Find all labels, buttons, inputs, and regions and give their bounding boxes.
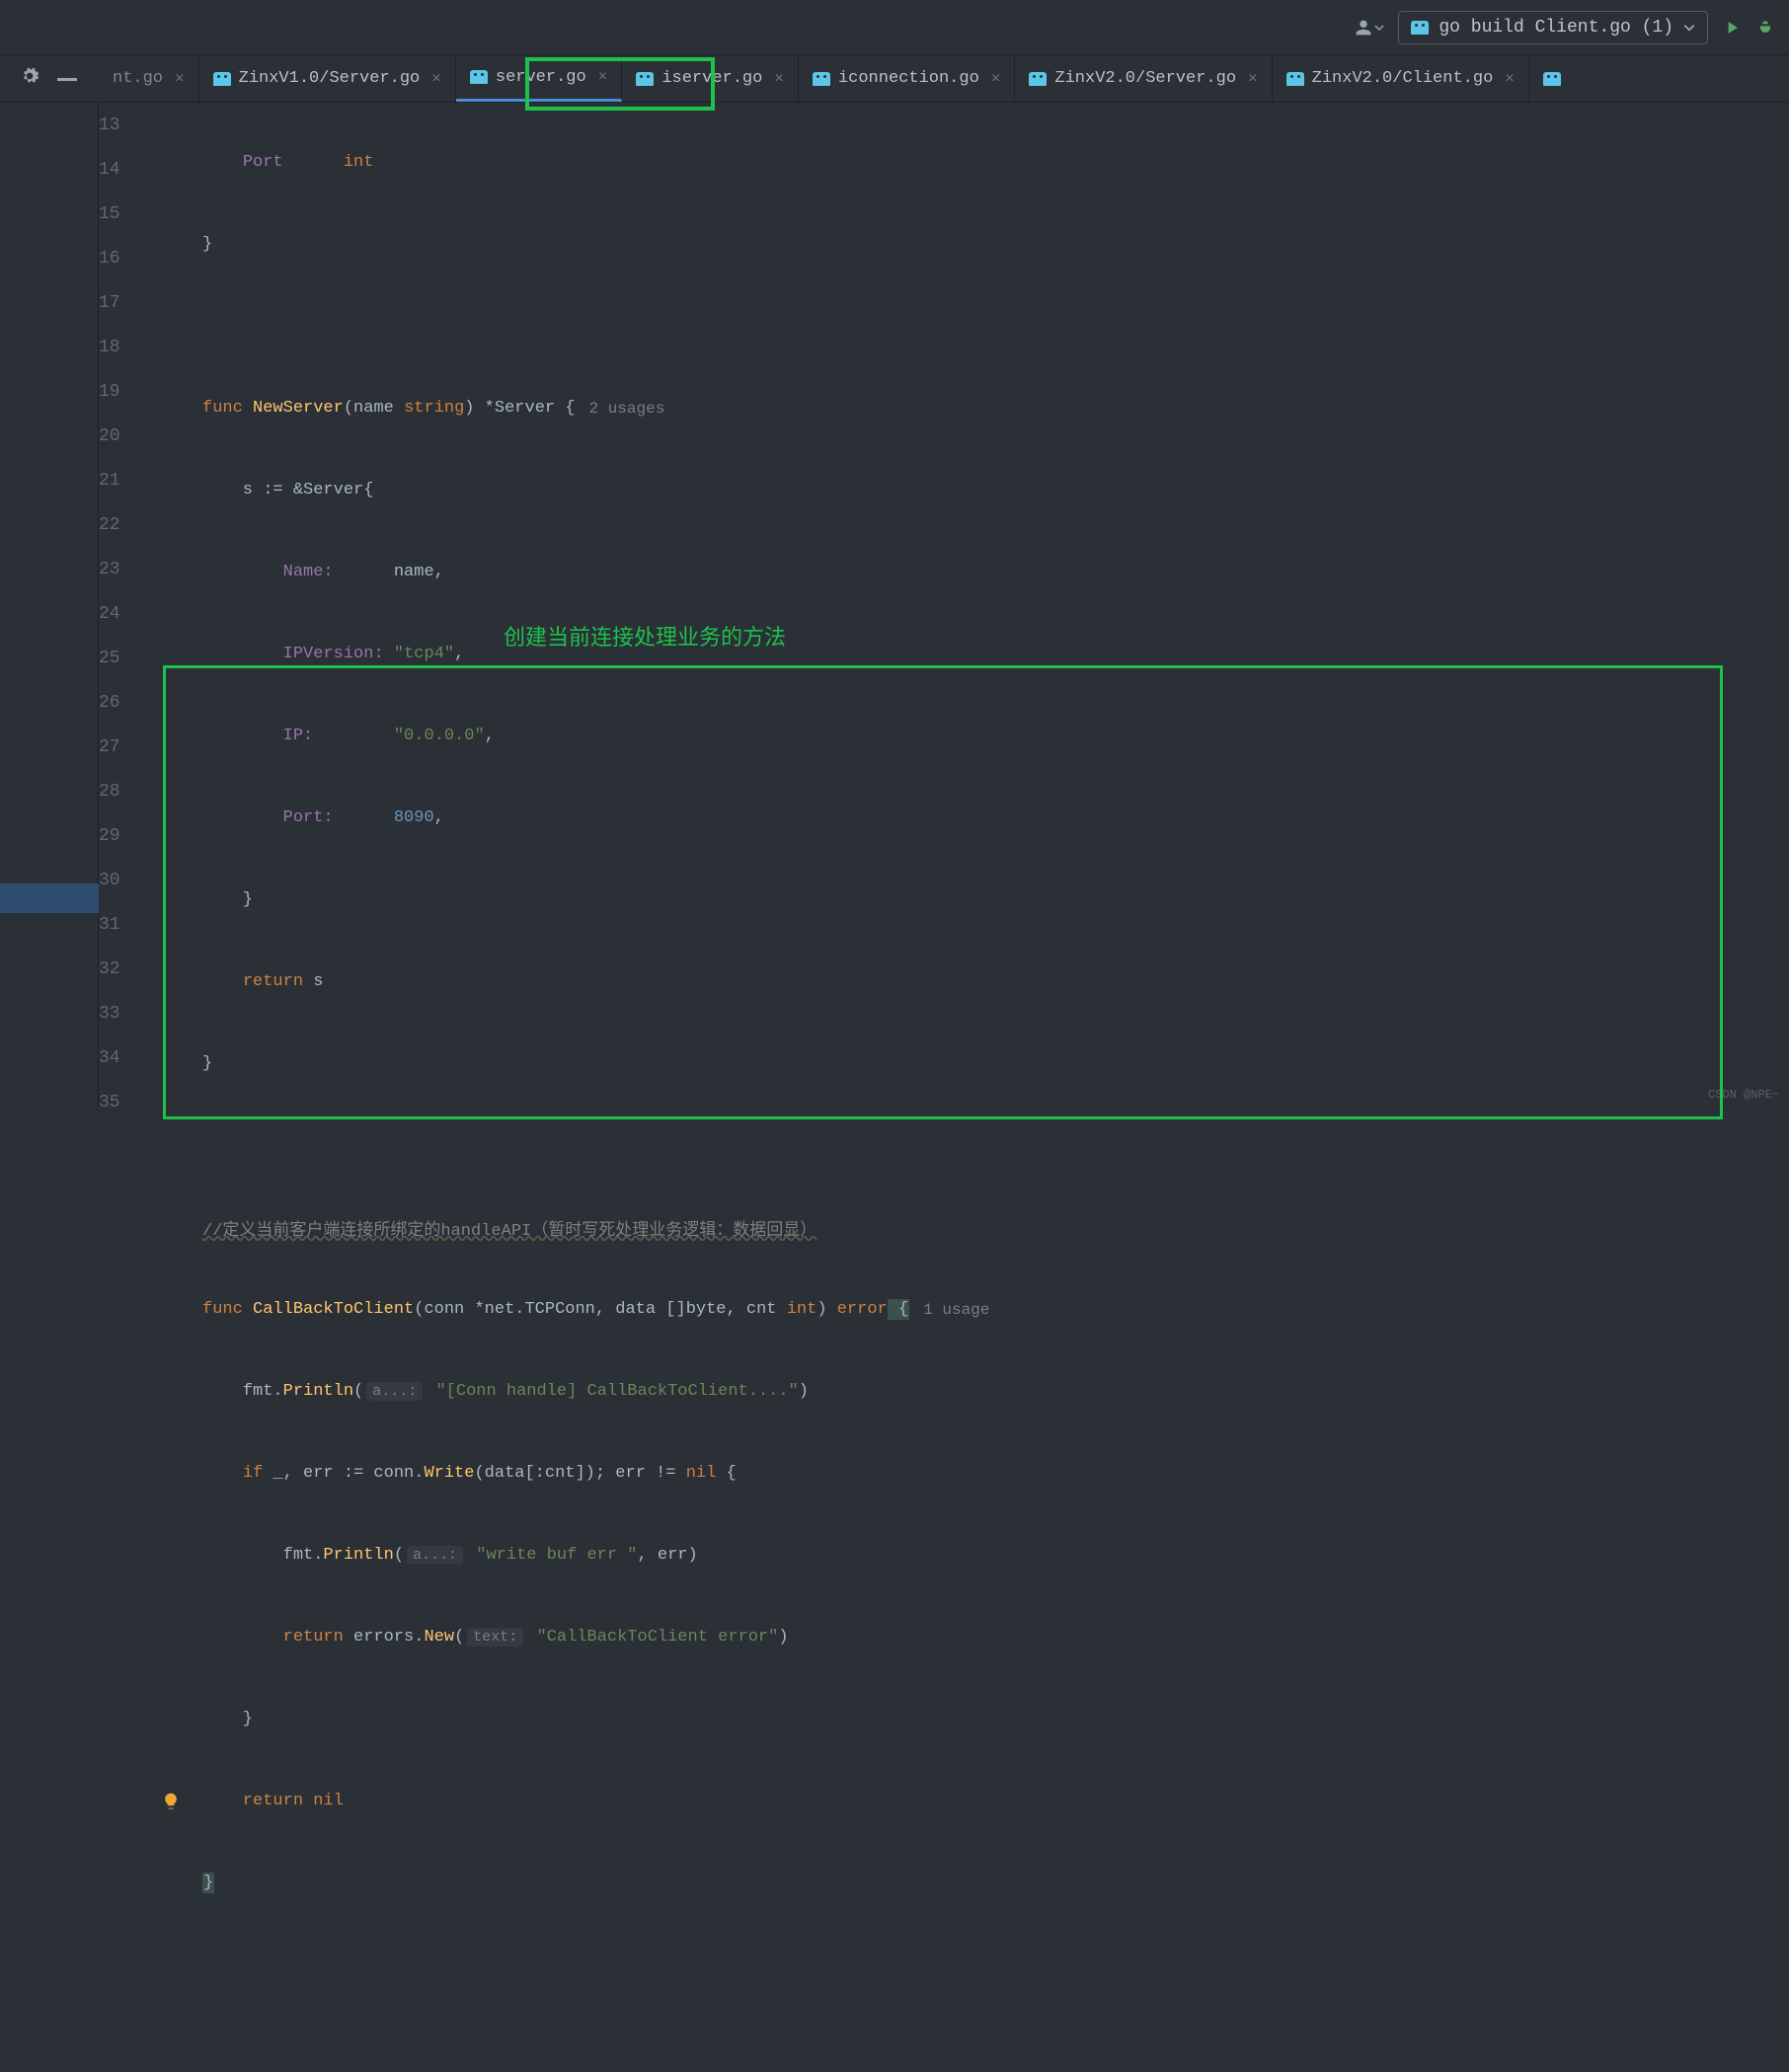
line-number: 23 [99,547,161,591]
line-number: 21 [99,458,161,502]
chevron-down-icon [1683,22,1695,34]
code-line[interactable]: s := &Server{ [202,468,1789,512]
run-button[interactable] [1722,18,1742,38]
user-menu-icon[interactable] [1353,17,1384,38]
selected-file-indicator [0,883,99,913]
tab-zinxv2-server[interactable]: ZinxV2.0/Server.go × [1015,55,1272,102]
close-icon[interactable]: × [1248,70,1258,88]
tab-label: ZinxV2.0/Server.go [1054,69,1236,88]
gopher-icon [1543,72,1561,86]
code-line[interactable]: return s [202,959,1789,1004]
code-line[interactable]: return nil [202,1779,1789,1823]
code-line[interactable]: fmt.Println(a...: "[Conn handle] CallBac… [202,1369,1789,1414]
debug-button[interactable] [1755,18,1775,38]
line-number: 28 [99,769,161,813]
code-line[interactable]: Name: name, [202,550,1789,594]
tab-zinxv2-client[interactable]: ZinxV2.0/Client.go × [1273,55,1529,102]
watermark: CSDN @NPE~ [1708,1088,1779,1102]
line-number: 19 [99,369,161,414]
line-number: 15 [99,192,161,236]
gopher-icon [470,70,488,84]
project-tool-collapsed[interactable] [0,103,99,1108]
code-line[interactable]: } [202,222,1789,267]
line-number: 14 [99,147,161,192]
line-number: 31 [99,902,161,947]
code-line[interactable]: IP: "0.0.0.0", [202,714,1789,758]
line-number: 27 [99,725,161,769]
collapse-icon[interactable] [57,69,77,88]
code-line[interactable] [202,1943,1789,1987]
line-number: 33 [99,991,161,1036]
line-number: 17 [99,280,161,325]
fold-gutter [173,103,198,1108]
code-line[interactable] [202,1123,1789,1168]
code-line[interactable]: func CallBackToClient(conn *net.TCPConn,… [202,1287,1789,1332]
run-config-selector[interactable]: go build Client.go (1) [1398,11,1708,44]
tab-server-go[interactable]: server.go × [456,55,622,102]
code-line[interactable]: } [202,1697,1789,1741]
line-number: 30 [99,858,161,902]
tab-label: iconnection.go [838,69,979,88]
tab-iconnection-go[interactable]: iconnection.go × [799,55,1015,102]
line-number: 16 [99,236,161,280]
code-editor[interactable]: 13 14 15 16 17 18 19 20 21 22 23 24 25 2… [0,103,1789,1108]
gopher-icon [213,72,231,86]
gopher-icon [636,72,654,86]
gopher-icon [813,72,830,86]
code-line[interactable]: IPVersion: "tcp4", [202,632,1789,676]
tab-partial[interactable]: nt.go × [99,55,199,102]
line-number: 13 [99,103,161,147]
code-line[interactable]: Port: 8090, [202,796,1789,840]
code-line[interactable]: } [202,878,1789,922]
intention-bulb-icon[interactable] [161,1792,181,1811]
close-icon[interactable]: × [175,70,185,88]
line-number: 18 [99,325,161,369]
gopher-icon [1029,72,1047,86]
code-line[interactable]: } [202,1041,1789,1086]
line-number: 26 [99,680,161,725]
code-line[interactable]: func NewServer(name string) *Server {2 u… [202,386,1789,430]
tab-label: iserver.go [661,69,762,88]
code-line[interactable]: //定义当前客户端连接所绑定的handleAPI（暂时写死处理业务逻辑：数据回显… [202,1205,1789,1250]
close-icon[interactable]: × [431,70,441,88]
line-number-gutter: 13 14 15 16 17 18 19 20 21 22 23 24 25 2… [99,103,173,1108]
code-line[interactable] [202,304,1789,348]
line-number: 34 [99,1036,161,1080]
close-icon[interactable]: × [1505,70,1515,88]
gopher-icon [1286,72,1304,86]
code-line[interactable]: return errors.New(text: "CallBackToClien… [202,1615,1789,1659]
tab-overflow[interactable] [1529,55,1565,102]
tab-zinxv1-server[interactable]: ZinxV1.0/Server.go × [199,55,456,102]
editor-tab-bar: nt.go × ZinxV1.0/Server.go × server.go ×… [0,55,1789,103]
close-icon[interactable]: × [991,70,1001,88]
tab-label: server.go [496,68,586,87]
line-number: 32 [99,947,161,991]
tab-label: ZinxV1.0/Server.go [239,69,421,88]
tab-iserver-go[interactable]: iserver.go × [622,55,799,102]
code-line[interactable]: Port int [202,140,1789,185]
tab-label: ZinxV2.0/Client.go [1312,69,1494,88]
toolbar: go build Client.go (1) [0,0,1789,55]
code-line[interactable]: if _, err := conn.Write(data[:cnt]); err… [202,1451,1789,1496]
gopher-icon [1411,21,1429,35]
line-number: 20 [99,414,161,458]
close-icon[interactable]: × [598,68,608,86]
settings-icon[interactable] [20,66,39,92]
close-icon[interactable]: × [774,70,784,88]
tab-label: nt.go [113,69,163,88]
code-area[interactable]: Port int } func NewServer(name string) *… [198,103,1789,1108]
line-number: 35 [99,1080,161,1124]
annotation-label: 创建当前连接处理业务的方法 [504,620,786,652]
code-line[interactable]: fmt.Println(a...: "write buf err ", err) [202,1533,1789,1577]
run-config-label: go build Client.go (1) [1439,18,1673,38]
line-number: 24 [99,591,161,636]
line-number: 25 [99,636,161,680]
line-number: 22 [99,502,161,547]
code-line[interactable]: } [202,1861,1789,1905]
line-number: 29 [99,813,161,858]
